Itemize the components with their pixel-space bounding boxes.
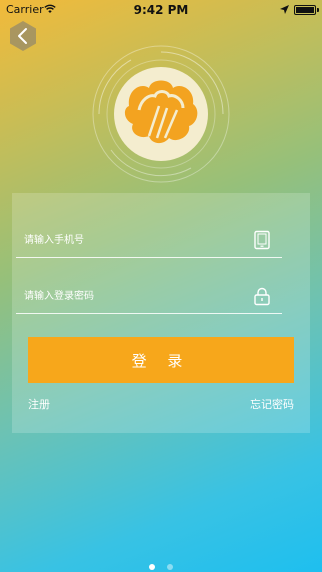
- status-bar: Carrier 9:42 PM: [0, 0, 322, 20]
- page-dot-active[interactable]: [149, 564, 156, 570]
- lock-icon: [252, 286, 272, 306]
- login-button[interactable]: 登 录: [28, 337, 294, 383]
- password-input[interactable]: [24, 286, 234, 306]
- page-indicator: [0, 555, 322, 570]
- phone-field[interactable]: [16, 224, 282, 258]
- forgot-password-link[interactable]: 忘记密码: [250, 396, 294, 412]
- register-link[interactable]: 注册: [28, 396, 50, 412]
- tablet-icon: [252, 230, 272, 250]
- phone-underline: [16, 257, 282, 258]
- chevron-left-icon: [10, 21, 36, 51]
- password-field[interactable]: [16, 280, 282, 314]
- battery-icon: [294, 5, 319, 15]
- phone-input[interactable]: [24, 230, 234, 250]
- shell-logo-icon: [92, 45, 230, 183]
- password-underline: [16, 313, 282, 314]
- app-logo: [91, 44, 231, 184]
- page-dot[interactable]: [166, 564, 173, 570]
- status-time: 9:42 PM: [133, 3, 189, 17]
- location-arrow-icon: [280, 4, 289, 17]
- back-button[interactable]: [8, 20, 38, 52]
